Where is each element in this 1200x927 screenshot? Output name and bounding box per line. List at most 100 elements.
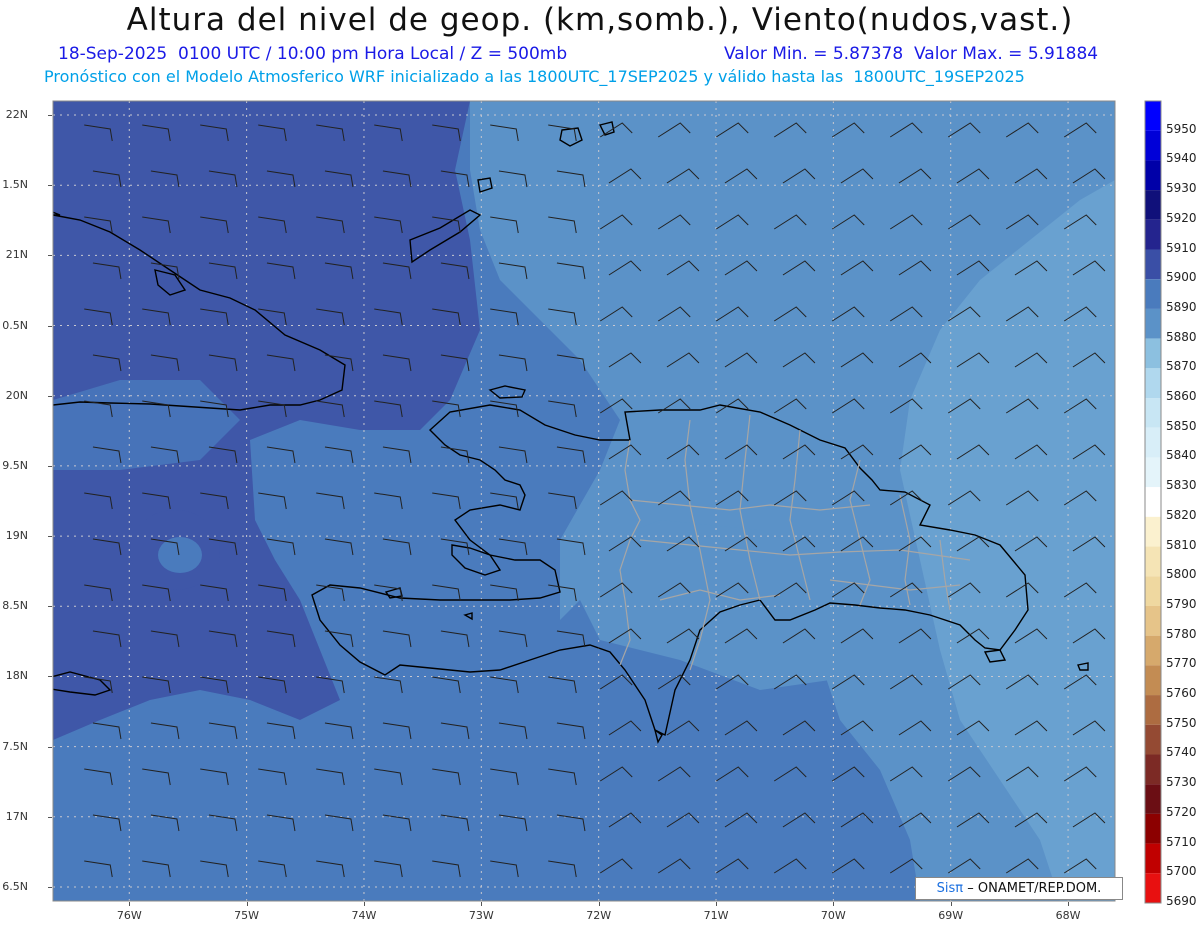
colorbar-label: 5930 xyxy=(1166,181,1197,196)
colorbar-label: 5730 xyxy=(1166,775,1197,790)
lon-tick-label: 76W xyxy=(116,909,142,922)
credit-badge: Sisπ – ONAMET/REP.DOM. xyxy=(915,877,1123,900)
colorbar-swatch xyxy=(1145,843,1161,874)
lat-tick-mark xyxy=(48,325,52,327)
forecast-map xyxy=(52,100,1162,904)
lon-tick-mark xyxy=(950,902,952,906)
lon-tick-mark xyxy=(363,902,365,906)
lon-tick-mark xyxy=(598,902,600,906)
lat-tick-mark xyxy=(48,676,52,678)
lat-tick-mark xyxy=(48,115,52,117)
lat-tick-label: 18N xyxy=(5,669,28,683)
colorbar-label: 5900 xyxy=(1166,270,1197,285)
lat-tick-label: 21N xyxy=(5,248,28,262)
colorbar-label: 5770 xyxy=(1166,656,1197,671)
colorbar-label: 5940 xyxy=(1166,151,1197,166)
colorbar-label: 5840 xyxy=(1166,448,1197,463)
colorbar-swatch xyxy=(1145,665,1161,696)
colorbar-label: 5850 xyxy=(1166,418,1197,433)
lat-tick-label: 8.5N xyxy=(2,599,28,613)
colorbar-label: 5830 xyxy=(1166,478,1197,493)
lat-tick-mark xyxy=(48,465,52,467)
lat-tick-mark xyxy=(48,606,52,608)
colorbar-label: 5750 xyxy=(1166,715,1197,730)
colorbar-label: 5800 xyxy=(1166,567,1197,582)
field-mid-blob xyxy=(158,537,202,573)
colorbar-swatch xyxy=(1145,249,1161,280)
colorbar-swatch xyxy=(1145,873,1161,903)
colorbar-swatch xyxy=(1145,813,1161,844)
lon-tick-mark xyxy=(833,902,835,906)
colorbar-swatch xyxy=(1145,784,1161,814)
colorbar-swatch xyxy=(1145,398,1161,428)
colorbar-label: 5950 xyxy=(1166,121,1197,136)
lon-tick-label: 75W xyxy=(234,909,260,922)
colorbar-swatch xyxy=(1145,605,1161,636)
colorbar-label: 5690 xyxy=(1166,894,1197,908)
colorbar-label: 5810 xyxy=(1166,537,1197,552)
colorbar-swatch xyxy=(1145,160,1161,191)
colorbar-label: 5860 xyxy=(1166,389,1197,404)
lat-tick-label: 17N xyxy=(5,809,28,823)
colorbar-label: 5700 xyxy=(1166,864,1197,879)
lat-tick-mark xyxy=(48,255,52,257)
lon-tick-label: 71W xyxy=(703,909,729,922)
colorbar-label: 5790 xyxy=(1166,596,1197,611)
colorbar-label: 5920 xyxy=(1166,210,1197,225)
lat-tick-mark xyxy=(48,816,52,818)
lat-tick-label: 1.5N xyxy=(2,178,28,192)
lon-tick-mark xyxy=(246,902,248,906)
lat-tick-mark xyxy=(48,395,52,397)
colorbar-label: 5870 xyxy=(1166,359,1197,374)
lat-tick-mark xyxy=(48,536,52,538)
colorbar-swatch xyxy=(1145,190,1161,220)
lon-tick-label: 72W xyxy=(586,909,612,922)
lon-tick-label: 73W xyxy=(468,909,494,922)
colorbar-swatch xyxy=(1145,546,1161,577)
colorbar-label: 5880 xyxy=(1166,329,1197,344)
colorbar-label: 5890 xyxy=(1166,299,1197,314)
lat-tick-label: 19N xyxy=(5,529,28,543)
colorbar-swatch xyxy=(1145,308,1161,339)
colorbar-swatch xyxy=(1145,457,1161,488)
colorbar-swatch xyxy=(1145,754,1161,785)
lat-tick-mark xyxy=(48,746,52,748)
colorbar-swatch xyxy=(1145,279,1161,309)
lon-tick-label: 68W xyxy=(1055,909,1081,922)
credit-brand: Sisπ xyxy=(936,881,964,896)
lat-tick-label: 22N xyxy=(5,108,28,122)
colorbar-label: 5710 xyxy=(1166,834,1197,849)
lon-tick-mark xyxy=(481,902,483,906)
lon-tick-label: 70W xyxy=(820,909,846,922)
lon-tick-label: 69W xyxy=(938,909,964,922)
colorbar-swatch xyxy=(1145,516,1161,547)
colorbar-label: 5760 xyxy=(1166,686,1197,701)
lon-tick-mark xyxy=(716,902,718,906)
colorbar-swatch xyxy=(1145,101,1161,131)
lat-tick-label: 20N xyxy=(5,388,28,402)
colorbar-label: 5740 xyxy=(1166,745,1197,760)
lat-tick-mark xyxy=(48,886,52,888)
lat-tick-label: 9.5N xyxy=(2,458,28,472)
credit-text: – ONAMET/REP.DOM. xyxy=(967,881,1102,896)
lat-tick-label: 0.5N xyxy=(2,318,28,332)
lon-tick-label: 74W xyxy=(351,909,377,922)
colorbar-swatch xyxy=(1145,695,1161,725)
lon-tick-mark xyxy=(1068,902,1070,906)
lat-tick-label: 7.5N xyxy=(2,739,28,753)
colorbar-label: 5820 xyxy=(1166,507,1197,522)
colorbar-swatch xyxy=(1145,368,1161,399)
lon-tick-mark xyxy=(129,902,131,906)
lat-tick-mark xyxy=(48,185,52,187)
colorbar-label: 5780 xyxy=(1166,626,1197,641)
colorbar-swatch xyxy=(1145,576,1161,606)
colorbar-swatch xyxy=(1145,130,1161,161)
colorbar xyxy=(1144,100,1162,904)
colorbar-swatch xyxy=(1145,219,1161,250)
colorbar-label: 5910 xyxy=(1166,240,1197,255)
colorbar-swatch xyxy=(1145,487,1161,517)
colorbar-swatch xyxy=(1145,338,1161,369)
colorbar-swatch xyxy=(1145,635,1161,666)
colorbar-swatch xyxy=(1145,724,1161,755)
colorbar-swatch xyxy=(1145,427,1161,458)
